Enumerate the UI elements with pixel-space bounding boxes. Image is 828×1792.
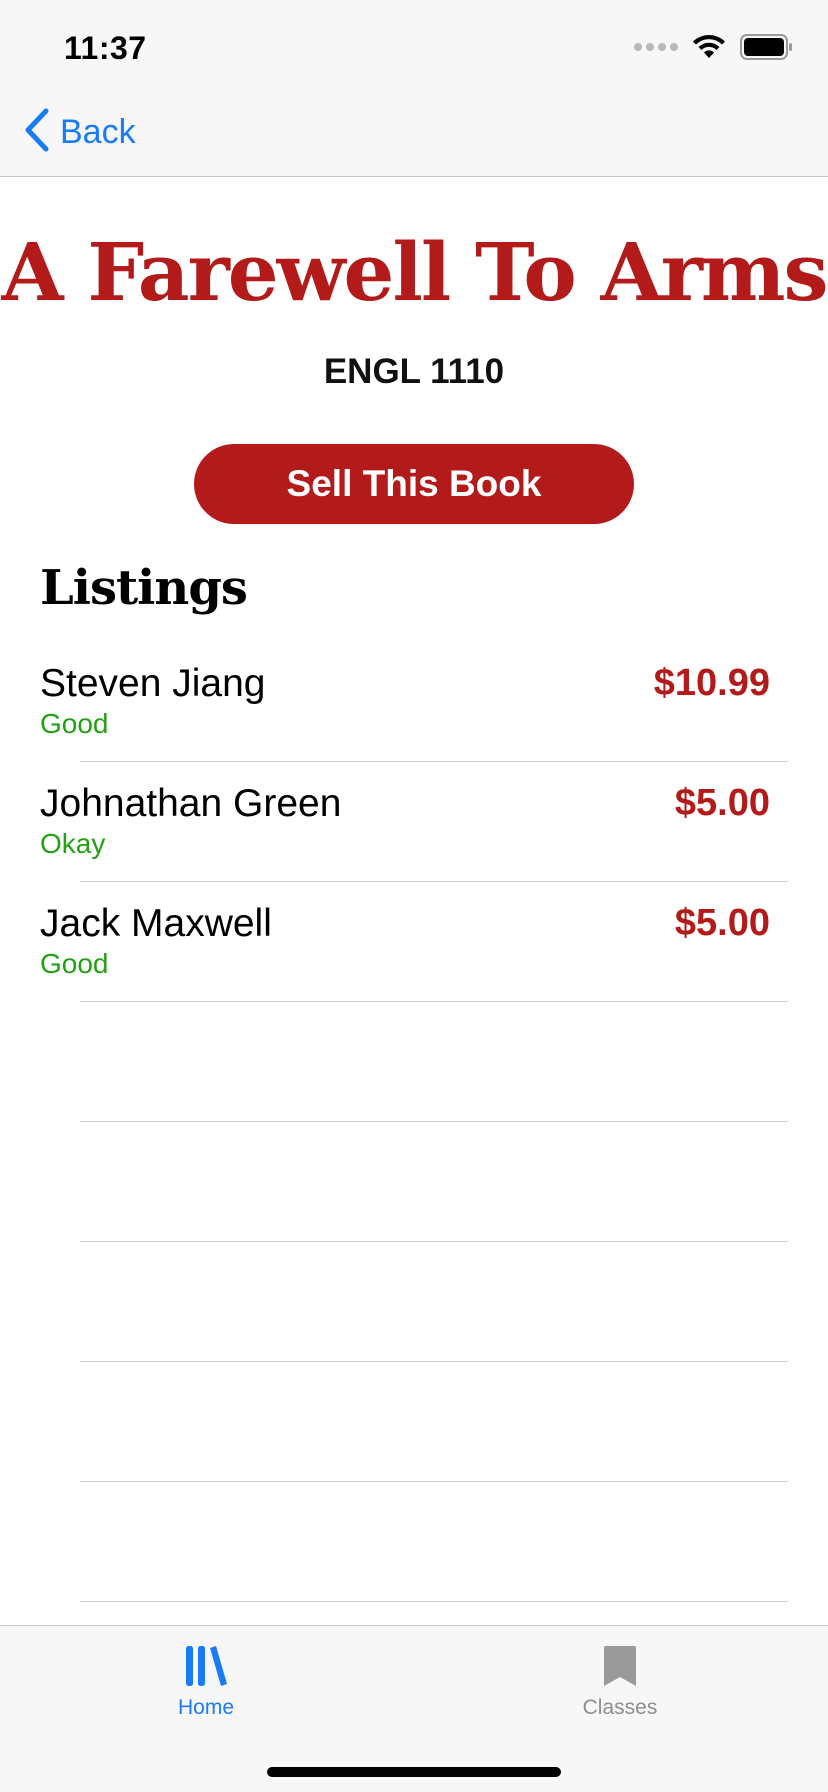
listing-price: $5.00 — [674, 782, 770, 824]
empty-row — [0, 1122, 828, 1242]
status-time: 11:37 — [64, 30, 147, 66]
tab-label: Home — [177, 1696, 235, 1719]
empty-row — [0, 1362, 828, 1482]
seller-name: Steven Jiang — [40, 662, 266, 705]
book-condition: Good — [40, 948, 109, 979]
listing-price: $5.00 — [674, 902, 770, 944]
book-condition: Okay — [40, 828, 106, 859]
listing-row[interactable]: Jack Maxwell Good $5.00 — [0, 882, 828, 1002]
wifi-icon — [692, 34, 726, 60]
listing-row[interactable]: Steven Jiang Good $10.99 — [0, 642, 828, 762]
book-condition: Good — [40, 708, 109, 739]
listing-row[interactable]: Johnathan Green Okay $5.00 — [0, 762, 828, 882]
tab-home[interactable]: Home — [106, 1644, 306, 1720]
screen: 11:37 Back A Farewell To Arms ENGL 1110 … — [0, 0, 828, 1792]
cellular-signal-icon — [634, 43, 678, 51]
tab-classes[interactable]: Classes — [520, 1644, 720, 1720]
tab-label: Classes — [582, 1696, 658, 1719]
listing-price: $10.99 — [653, 662, 770, 704]
chevron-left-icon — [24, 108, 50, 157]
navigation-bar: 11:37 Back — [0, 0, 828, 177]
row-separator — [80, 1601, 788, 1602]
home-indicator — [267, 1767, 561, 1777]
empty-row — [0, 1482, 828, 1602]
book-title: A Farewell To Arms — [1, 225, 828, 319]
seller-name: Jack Maxwell — [40, 902, 272, 945]
empty-row — [0, 1242, 828, 1362]
listings-heading: Listings — [40, 560, 248, 616]
back-label: Back — [60, 113, 136, 151]
seller-name: Johnathan Green — [40, 782, 342, 825]
library-icon — [106, 1644, 306, 1688]
empty-row — [0, 1002, 828, 1122]
back-button[interactable]: Back — [24, 108, 136, 157]
listings-table: Steven Jiang Good $10.99 Johnathan Green… — [0, 642, 828, 1602]
sell-book-button[interactable]: Sell This Book — [194, 444, 634, 524]
bookmark-icon — [520, 1644, 720, 1688]
status-indicators — [634, 34, 794, 60]
battery-icon — [740, 34, 794, 60]
course-code: ENGL 1110 — [323, 352, 505, 391]
